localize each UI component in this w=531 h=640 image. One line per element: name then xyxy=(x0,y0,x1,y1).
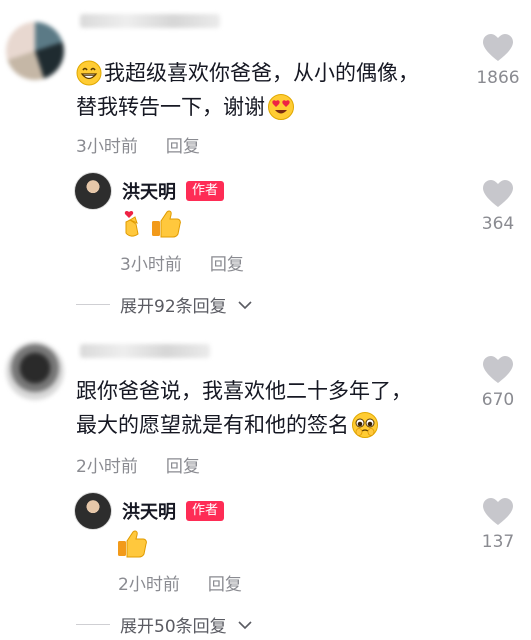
heart-icon xyxy=(483,356,513,383)
like-count: 670 xyxy=(481,390,515,410)
chevron-down-icon xyxy=(238,300,252,309)
expand-replies-button[interactable]: 展开92条回复 xyxy=(76,292,253,317)
divider xyxy=(76,624,110,625)
like-button[interactable]: 670 xyxy=(470,356,526,410)
author-badge: 作者 xyxy=(186,501,225,521)
comment-meta: 2小时前 回复 xyxy=(76,452,200,477)
reply-like-button[interactable]: 364 xyxy=(470,180,526,234)
chevron-down-icon xyxy=(238,620,252,629)
author-reply-text xyxy=(116,528,148,558)
reply-like-button[interactable]: 137 xyxy=(470,498,526,552)
comment-2: 跟你爸爸说，我喜欢他二十多年了， 最大的愿望就是有和他的签名 2小时前 回复 6… xyxy=(0,322,531,640)
commenter-name[interactable] xyxy=(80,344,210,358)
author-reply-meta: 3小时前 回复 xyxy=(120,250,244,275)
author-reply-header: 洪天明 作者 xyxy=(74,172,225,210)
author-reply-header: 洪天明 作者 xyxy=(74,492,225,530)
like-button[interactable]: 1866 xyxy=(470,34,526,88)
like-count: 1866 xyxy=(476,68,520,88)
expand-replies-label: 展开50条回复 xyxy=(120,617,227,637)
expand-replies-button[interactable]: 展开50条回复 xyxy=(76,612,253,637)
heart-icon xyxy=(483,498,513,525)
reply-button[interactable]: 回复 xyxy=(210,250,244,275)
commenter-avatar[interactable] xyxy=(6,342,64,400)
like-count: 364 xyxy=(481,214,515,234)
author-avatar[interactable] xyxy=(74,172,112,210)
comment-text-line2: 最大的愿望就是有和他的签名 xyxy=(76,408,379,442)
thumbs-up-emoji-icon xyxy=(152,210,181,238)
reply-time: 3小时前 xyxy=(120,255,182,275)
finger-heart-emoji-icon xyxy=(124,210,139,237)
author-badge: 作者 xyxy=(186,181,225,201)
comment-text-line2: 替我转告一下，谢谢 xyxy=(76,90,295,124)
like-count: 137 xyxy=(481,532,515,552)
expand-replies-label: 展开92条回复 xyxy=(120,297,227,317)
comment-time: 3小时前 xyxy=(76,137,138,157)
reply-time: 2小时前 xyxy=(118,575,180,595)
pleading-emoji-icon xyxy=(352,412,378,438)
divider xyxy=(76,304,110,305)
thumbs-up-emoji-icon xyxy=(118,530,147,558)
heart-icon xyxy=(483,34,513,61)
comment-time: 2小时前 xyxy=(76,457,138,477)
commenter-avatar[interactable] xyxy=(6,22,64,80)
comment-1: 我超级喜欢你爸爸，从小的偶像， 替我转告一下，谢谢 3小时前 回复 1866 洪… xyxy=(0,0,531,322)
author-reply-meta: 2小时前 回复 xyxy=(118,570,242,595)
author-avatar[interactable] xyxy=(74,492,112,530)
reply-button[interactable]: 回复 xyxy=(208,570,242,595)
author-reply-text xyxy=(120,208,182,238)
author-name[interactable]: 洪天明 xyxy=(122,498,176,524)
comment-text-line1: 跟你爸爸说，我喜欢他二十多年了， xyxy=(76,379,412,403)
grin-emoji-icon xyxy=(76,60,102,86)
comment-meta: 3小时前 回复 xyxy=(76,132,200,157)
author-name[interactable]: 洪天明 xyxy=(122,178,176,204)
commenter-name[interactable] xyxy=(80,14,220,28)
reply-button[interactable]: 回复 xyxy=(166,452,200,477)
reply-button[interactable]: 回复 xyxy=(166,132,200,157)
heart-eyes-emoji-icon xyxy=(268,94,294,120)
heart-icon xyxy=(483,180,513,207)
comment-text-line1: 我超级喜欢你爸爸，从小的偶像， xyxy=(76,56,419,90)
